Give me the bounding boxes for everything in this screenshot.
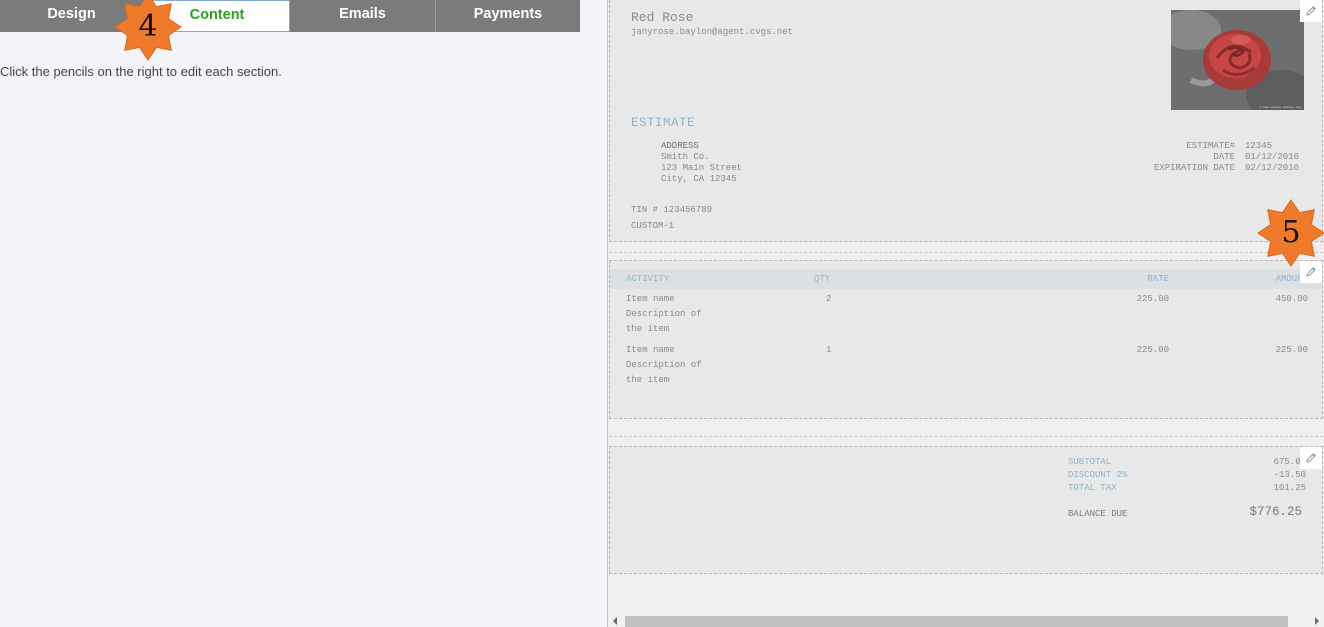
meta-value: 12345	[1245, 141, 1273, 151]
table-row: Item name Description of the item 2 225.…	[610, 292, 1322, 340]
totals-label: DISCOUNT 2%	[1068, 470, 1128, 480]
totals-row: SUBTOTAL 675.00	[1068, 457, 1306, 470]
tab-bar: Design Content Emails Payments	[0, 0, 580, 32]
balance-due-value: $776.25	[1249, 505, 1302, 519]
callout-number: 5	[1281, 215, 1301, 250]
amount-cell: 450.00	[1275, 294, 1308, 304]
address-line: City, CA 12345	[661, 174, 737, 184]
totals-list: SUBTOTAL 675.00 DISCOUNT 2% -13.50 TOTAL…	[1068, 457, 1306, 496]
horizontal-scrollbar[interactable]	[608, 614, 1324, 627]
estimate-meta: ESTIMATE# 12345 DATE 01/12/2016 EXPIRATI…	[1153, 141, 1300, 174]
scrollbar-thumb[interactable]	[625, 616, 1288, 627]
header-section[interactable]: Red Rose janyrose.baylon@agent.cvgs.net …	[609, 0, 1323, 242]
column-rate: RATE	[1147, 274, 1169, 284]
logo-caption: © www.sample-photos.com	[1259, 106, 1301, 109]
totals-label: TOTAL TAX	[1068, 483, 1117, 493]
company-logo: © www.sample-photos.com	[1171, 10, 1304, 110]
edit-header-pencil-icon[interactable]	[1300, 0, 1322, 22]
item-name: Item name	[626, 294, 675, 304]
document-preview: Red Rose janyrose.baylon@agent.cvgs.net …	[607, 0, 1324, 627]
meta-label: EXPIRATION DATE	[1153, 163, 1235, 173]
qty-cell: 1	[826, 345, 832, 355]
amount-cell: 225.00	[1275, 345, 1308, 355]
tab-payments[interactable]: Payments	[436, 0, 580, 32]
meta-row: DATE 01/12/2016	[1154, 152, 1300, 163]
totals-value: 101.25	[1273, 483, 1306, 493]
meta-value: 01/12/2016	[1245, 152, 1300, 162]
qty-cell: 2	[826, 294, 832, 304]
item-description: Description of	[626, 360, 702, 370]
address-line: 123 Main Street	[661, 163, 743, 173]
billing-address: ADDRESS Smith Co. 123 Main Street City, …	[661, 141, 742, 185]
item-description: Description of	[626, 309, 702, 319]
balance-due-label: BALANCE DUE	[1068, 509, 1128, 519]
meta-label: DATE	[1213, 152, 1235, 162]
totals-label: SUBTOTAL	[1068, 457, 1112, 467]
meta-value: 02/12/2016	[1245, 163, 1300, 173]
tin-number: TIN # 123456789	[631, 205, 713, 215]
callout-badge-4: 4	[113, 0, 183, 62]
custom-field: CUSTOM-1	[631, 221, 675, 231]
callout-badge-5: 5	[1256, 198, 1324, 268]
item-description: the item	[626, 375, 670, 385]
item-description: the item	[626, 324, 670, 334]
section-divider	[609, 436, 1323, 437]
callout-number: 4	[138, 9, 158, 44]
instruction-text: Click the pencils on the right to edit e…	[0, 64, 282, 79]
meta-row: ESTIMATE# 12345	[1154, 141, 1296, 152]
activity-cell: Item name Description of the item	[626, 292, 702, 337]
address-line: Smith Co.	[661, 152, 710, 162]
column-activity: ACTIVITY	[626, 274, 670, 284]
scroll-right-arrow-icon[interactable]	[1315, 617, 1319, 625]
table-row: Item name Description of the item 1 225.…	[610, 343, 1322, 391]
section-divider	[609, 252, 1323, 253]
rate-cell: 225.00	[1136, 345, 1169, 355]
column-qty: QTY	[814, 274, 831, 284]
settings-pane: Design Content Emails Payments Click the…	[0, 0, 607, 627]
meta-row: EXPIRATION DATE 02/12/2016	[1153, 163, 1300, 174]
company-email: janyrose.baylon@agent.cvgs.net	[631, 27, 794, 37]
activity-table-section[interactable]: ACTIVITY QTY RATE AMOUNT Item name Descr…	[609, 260, 1323, 419]
totals-section[interactable]: SUBTOTAL 675.00 DISCOUNT 2% -13.50 TOTAL…	[609, 446, 1323, 574]
address-label: ADDRESS	[661, 141, 699, 151]
totals-row: TOTAL TAX 101.25	[1068, 483, 1306, 496]
edit-totals-pencil-icon[interactable]	[1300, 447, 1322, 469]
company-name: Red Rose	[631, 10, 694, 25]
totals-row: DISCOUNT 2% -13.50	[1068, 470, 1306, 483]
activity-cell: Item name Description of the item	[626, 343, 702, 388]
scroll-left-arrow-icon[interactable]	[613, 617, 617, 625]
rose-image	[1171, 10, 1304, 110]
document-title: ESTIMATE	[631, 116, 696, 130]
totals-value: -13.50	[1273, 470, 1306, 480]
item-name: Item name	[626, 345, 675, 355]
rate-cell: 225.00	[1136, 294, 1169, 304]
tab-emails[interactable]: Emails	[290, 0, 436, 32]
meta-label: ESTIMATE#	[1186, 141, 1235, 151]
table-header: ACTIVITY QTY RATE AMOUNT	[610, 269, 1322, 289]
